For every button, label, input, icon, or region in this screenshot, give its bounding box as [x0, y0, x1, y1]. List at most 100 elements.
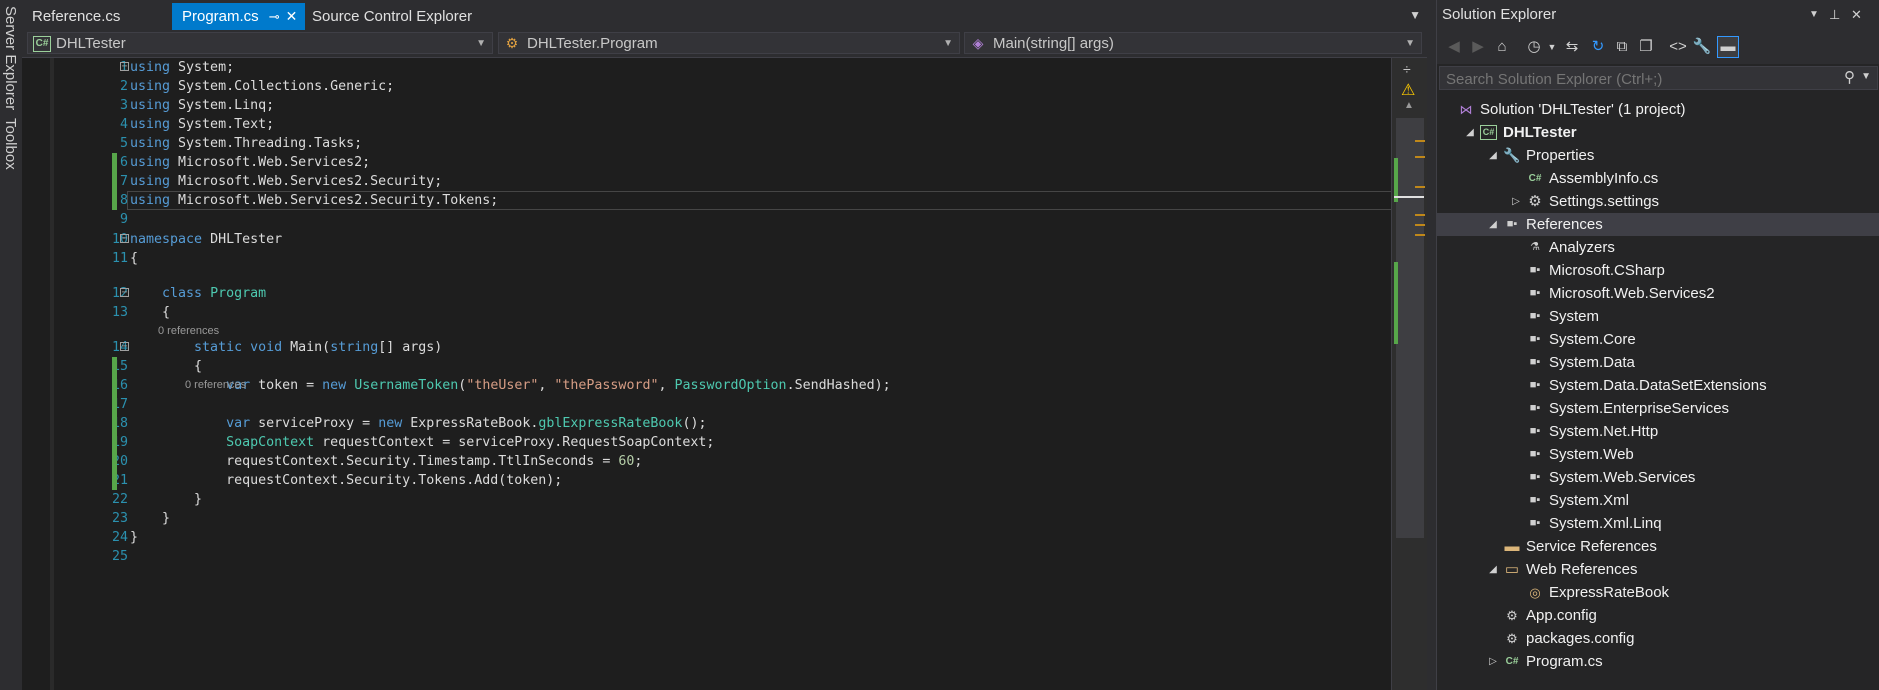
left-tool-strip: Server Explorer Toolbox — [0, 0, 23, 690]
tree-item[interactable]: ◢ 🔧 Properties — [1437, 144, 1879, 167]
wrench-icon[interactable]: 🔧 — [1691, 36, 1713, 58]
tree-item[interactable]: ■▪ System.Xml — [1437, 489, 1879, 512]
tree-item[interactable]: ▬ Service References — [1437, 535, 1879, 558]
collapse-icon[interactable]: − — [120, 288, 129, 298]
warning-icon[interactable]: ⚠ — [1401, 80, 1415, 100]
codelens-references[interactable]: 0 references — [185, 379, 246, 391]
tree-item[interactable]: ■▪ System.Net.Http — [1437, 420, 1879, 443]
tree-item[interactable]: ■▪ System.EnterpriseServices — [1437, 397, 1879, 420]
preview-icon[interactable]: ▬ — [1717, 36, 1739, 58]
tree-item[interactable]: ▷ ⚙ Settings.settings — [1437, 190, 1879, 213]
sync-icon[interactable]: ⇆ — [1561, 36, 1583, 58]
code-line[interactable]: 3 using System.Linq; — [22, 96, 1392, 115]
class-dropdown[interactable]: ⚙ DHLTester.Program ▼ — [498, 32, 960, 54]
code-line[interactable]: 8 using Microsoft.Web.Services2.Security.… — [22, 191, 1392, 210]
code-line[interactable]: 5 using System.Threading.Tasks; — [22, 134, 1392, 153]
collapse-arrow-icon[interactable]: ◢ — [1487, 558, 1499, 581]
code-token: [] args) — [378, 340, 443, 355]
expand-arrow-icon[interactable]: ▷ — [1487, 650, 1499, 673]
code-line[interactable]: 19 SoapContext requestContext = serviceP… — [22, 433, 1392, 452]
code-line[interactable]: 15 { — [22, 357, 1392, 376]
code-line[interactable]: 1− using System; — [22, 58, 1392, 77]
tree-item[interactable]: ■▪ System.Xml.Linq — [1437, 512, 1879, 535]
pin-icon[interactable]: ⊥ — [1829, 0, 1840, 30]
codelens-references[interactable]: 0 references — [158, 325, 219, 337]
code-line[interactable]: 14− static void Main(string[] args) — [22, 338, 1392, 357]
collapse-arrow-icon[interactable]: ◢ — [1487, 213, 1499, 236]
code-line[interactable]: 12− class Program — [22, 284, 1392, 303]
tree-item[interactable]: ◢ C# DHLTester — [1437, 121, 1879, 144]
refresh-icon[interactable]: ↻ — [1587, 36, 1609, 58]
collapse-all-icon[interactable]: ⧉ — [1611, 36, 1633, 58]
tree-item[interactable]: ⚙ packages.config — [1437, 627, 1879, 650]
vertical-scrollbar[interactable]: ÷ ⚠ ▲ — [1391, 58, 1427, 690]
code-line[interactable]: 11{ — [22, 249, 1392, 268]
tab-source-control-explorer[interactable]: Source Control Explorer — [302, 3, 482, 30]
tree-item-label: Solution 'DHLTester' (1 project) — [1480, 101, 1686, 118]
collapse-icon[interactable]: − — [120, 62, 129, 72]
scrollbar-thumb[interactable] — [1396, 118, 1424, 538]
tree-item[interactable]: ▷ C# Program.cs — [1437, 650, 1879, 673]
code-line[interactable]: 10− namespace DHLTester — [22, 230, 1392, 249]
code-text-area[interactable]: 1− using System; 2 using System.Collections… — [22, 58, 1412, 690]
code-line[interactable]: 13 { — [22, 303, 1392, 322]
collapse-icon[interactable]: − — [120, 234, 129, 244]
server-explorer-tab[interactable]: Server Explorer — [2, 6, 19, 110]
member-dropdown[interactable]: ◈ Main(string[] args) ▼ — [964, 32, 1422, 54]
collapse-icon[interactable]: − — [120, 342, 129, 352]
tree-item[interactable]: ■▪ System.Web — [1437, 443, 1879, 466]
show-all-files-icon[interactable]: ❐ — [1635, 36, 1657, 58]
code-line[interactable]: 4 using System.Text; — [22, 115, 1392, 134]
pin-icon[interactable]: ⊸ — [269, 9, 280, 24]
tab-program-cs[interactable]: Program.cs ⊸ ✕ — [172, 3, 306, 30]
code-line[interactable]: 25 — [22, 547, 1392, 566]
code-line[interactable]: 18 var serviceProxy = new ExpressRateBoo… — [22, 414, 1392, 433]
forward-icon[interactable]: ▶ — [1467, 36, 1489, 58]
change-bar — [112, 191, 117, 210]
collapse-arrow-icon[interactable]: ◢ — [1487, 144, 1499, 167]
tree-item[interactable]: C# AssemblyInfo.cs — [1437, 167, 1879, 190]
tree-item[interactable]: ⚗ Analyzers — [1437, 236, 1879, 259]
scroll-up-arrow[interactable]: ▲ — [1404, 100, 1414, 111]
code-line[interactable]: 24} — [22, 528, 1392, 547]
tree-item[interactable]: ⋈ Solution 'DHLTester' (1 project) — [1437, 98, 1879, 121]
close-icon[interactable]: ✕ — [1851, 0, 1862, 30]
search-icon[interactable]: ⚲ — [1844, 68, 1855, 86]
split-window-icon[interactable]: ÷ — [1403, 61, 1411, 77]
code-line[interactable]: 17 — [22, 395, 1392, 414]
chevron-down-icon[interactable]: ▼ — [1861, 71, 1871, 82]
tree-item[interactable]: ◢ ▭ Web References — [1437, 558, 1879, 581]
search-input[interactable] — [1440, 67, 1828, 91]
code-line[interactable]: 9 — [22, 210, 1392, 229]
tree-item[interactable]: ◢ ■▪ References — [1437, 213, 1879, 236]
tree-item[interactable]: ■▪ Microsoft.CSharp — [1437, 259, 1879, 282]
close-icon[interactable]: ✕ — [286, 8, 298, 24]
code-line[interactable]: 7 using Microsoft.Web.Services2.Security; — [22, 172, 1392, 191]
tree-item[interactable]: ◎ ExpressRateBook — [1437, 581, 1879, 604]
chevron-down-icon[interactable]: ▼ — [1809, 0, 1819, 30]
tree-item[interactable]: ■▪ System — [1437, 305, 1879, 328]
code-line[interactable]: 22 } — [22, 490, 1392, 509]
view-code-icon[interactable]: <> — [1667, 36, 1689, 58]
tab-reference-cs[interactable]: Reference.cs — [22, 3, 130, 30]
tree-item[interactable]: ⚙ App.config — [1437, 604, 1879, 627]
collapse-arrow-icon[interactable]: ◢ — [1464, 121, 1476, 144]
toolbox-tab[interactable]: Toolbox — [2, 118, 19, 170]
code-line[interactable]: 21 requestContext.Security.Tokens.Add(to… — [22, 471, 1392, 490]
home-icon[interactable]: ⌂ — [1491, 36, 1513, 58]
code-line[interactable]: 6 using Microsoft.Web.Services2; — [22, 153, 1392, 172]
code-line[interactable]: 23 } — [22, 509, 1392, 528]
back-icon[interactable]: ◀ — [1443, 36, 1465, 58]
tree-item[interactable]: ■▪ System.Data.DataSetExtensions — [1437, 374, 1879, 397]
tree-item[interactable]: ■▪ System.Core — [1437, 328, 1879, 351]
chevron-down-icon[interactable]: ▼ — [1541, 36, 1563, 58]
expand-arrow-icon[interactable]: ▷ — [1510, 190, 1522, 213]
chevron-down-icon[interactable]: ▼ — [1409, 8, 1421, 22]
code-token: "theUser" — [466, 378, 539, 393]
tree-item[interactable]: ■▪ Microsoft.Web.Services2 — [1437, 282, 1879, 305]
code-line[interactable]: 20 requestContext.Security.Timestamp.Ttl… — [22, 452, 1392, 471]
project-dropdown[interactable]: C# DHLTester ▼ — [27, 32, 493, 54]
tree-item[interactable]: ■▪ System.Data — [1437, 351, 1879, 374]
code-line[interactable]: 2 using System.Collections.Generic; — [22, 77, 1392, 96]
tree-item[interactable]: ■▪ System.Web.Services — [1437, 466, 1879, 489]
